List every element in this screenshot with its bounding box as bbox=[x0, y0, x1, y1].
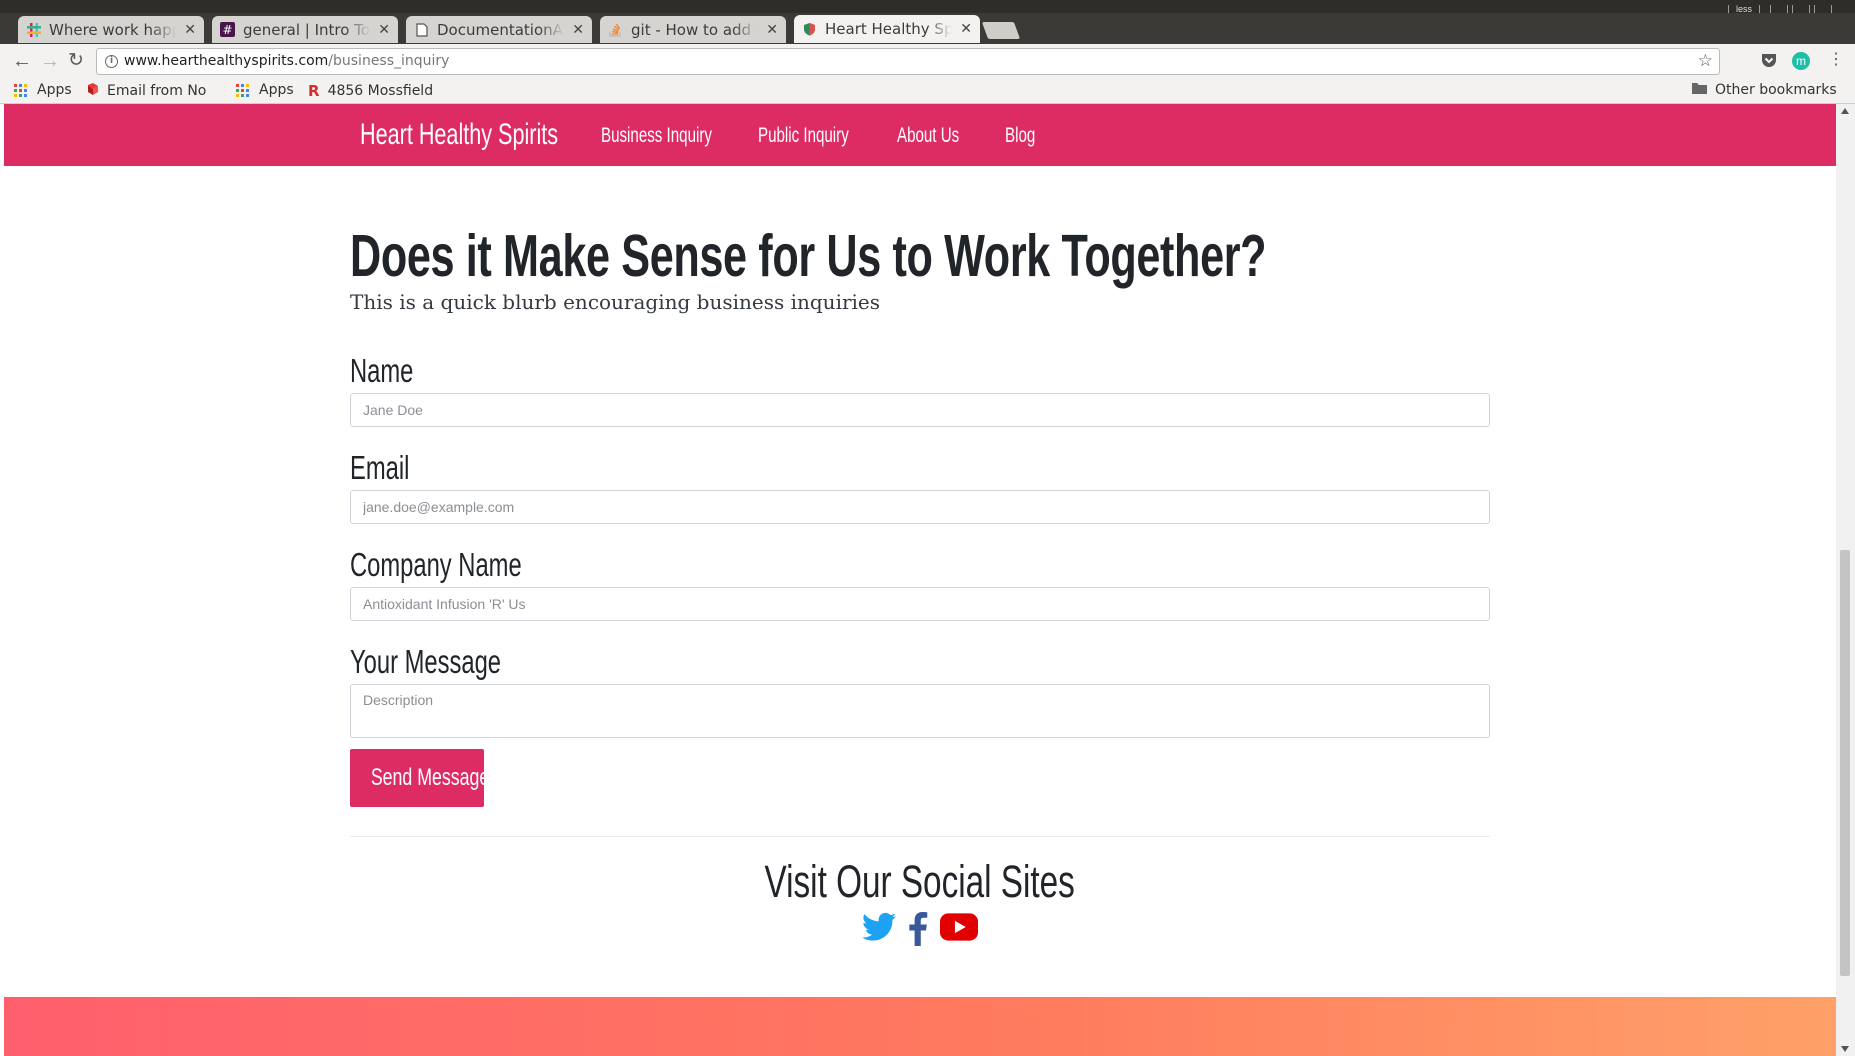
tab-title: general | Intro To Software bbox=[243, 20, 370, 39]
send-message-label: Send Message bbox=[370, 764, 490, 791]
email-bookmark-icon bbox=[86, 82, 99, 100]
pocket-icon[interactable] bbox=[1760, 52, 1778, 74]
site-brand[interactable]: Heart Healthy Spirits bbox=[360, 118, 558, 152]
message-label: Your Message bbox=[350, 643, 502, 680]
other-bookmarks-label: Other bookmarks bbox=[1715, 82, 1837, 98]
close-tab-icon[interactable]: ✕ bbox=[572, 22, 584, 38]
tab-slack[interactable]: Where work happens ✕ bbox=[18, 16, 204, 43]
tab-documentation[interactable]: DocumentationAssignment ✕ bbox=[406, 16, 592, 43]
forward-arrow-icon[interactable]: → bbox=[40, 50, 60, 72]
folder-icon bbox=[1692, 82, 1707, 98]
apps-grid-icon bbox=[236, 83, 249, 97]
bookmark-apps[interactable]: Apps bbox=[14, 82, 72, 98]
new-tab-button[interactable] bbox=[981, 22, 1021, 39]
stackoverflow-icon bbox=[608, 22, 623, 37]
bookmarks-bar: Apps Email from Nov Apps R 4856 Mossfiel… bbox=[0, 79, 1855, 104]
page-scrollbar[interactable] bbox=[1836, 104, 1855, 1056]
tab-heart-healthy-spirits[interactable]: Heart Healthy Spirits ✕ bbox=[794, 15, 980, 43]
tab-title: DocumentationAssignment bbox=[437, 20, 564, 39]
tab-title: Where work happens bbox=[49, 20, 176, 39]
social-title-text: Visit Our Social Sites bbox=[764, 856, 1076, 907]
site-navbar: Heart Healthy Spirits Business Inquiry P… bbox=[4, 104, 1836, 166]
scroll-down-arrow-icon[interactable] bbox=[1841, 1046, 1849, 1052]
tab-slack-general[interactable]: # general | Intro To Software ✕ bbox=[212, 16, 398, 43]
send-message-button[interactable]: Send Message bbox=[350, 749, 489, 807]
apps-grid-icon bbox=[14, 83, 27, 97]
slack-icon bbox=[26, 22, 41, 37]
page-blurb: This is a quick blurb encouraging busine… bbox=[350, 290, 881, 314]
footer-band bbox=[4, 997, 1836, 1056]
window-titlebar: less bbox=[0, 0, 1855, 15]
bookmark-email[interactable]: Email from Nov bbox=[86, 82, 206, 100]
scroll-up-arrow-icon[interactable] bbox=[1841, 108, 1849, 114]
site-favicon bbox=[802, 22, 817, 37]
name-input[interactable] bbox=[350, 393, 1490, 427]
nav-public-inquiry[interactable]: Public Inquiry bbox=[758, 124, 849, 148]
document-icon bbox=[414, 22, 429, 37]
social-section-title: Visit Our Social Sites bbox=[4, 856, 1836, 908]
r-logo-icon: R bbox=[308, 82, 320, 100]
page-title: Does it Make Sense for Us to Work Togeth… bbox=[350, 223, 1267, 289]
section-divider bbox=[350, 836, 1490, 837]
url-path: /business_inquiry bbox=[328, 53, 450, 69]
close-tab-icon[interactable]: ✕ bbox=[960, 21, 972, 37]
close-tab-icon[interactable]: ✕ bbox=[184, 22, 196, 38]
message-textarea[interactable] bbox=[350, 684, 1490, 738]
extension-m-icon[interactable]: m bbox=[1792, 52, 1810, 70]
extension-letter: m bbox=[1796, 54, 1806, 68]
back-arrow-icon[interactable]: ← bbox=[12, 50, 32, 72]
tab-title: git - How to add scripts bbox=[631, 20, 758, 39]
close-tab-icon[interactable]: ✕ bbox=[378, 22, 390, 38]
company-name-input[interactable] bbox=[350, 587, 1490, 621]
tab-title: Heart Healthy Spirits bbox=[825, 20, 953, 38]
address-bar[interactable]: i www.hearthealthyspirits.com/business_i… bbox=[96, 48, 1720, 75]
bookmark-apps-2[interactable]: Apps bbox=[236, 82, 294, 98]
slack-channel-icon: # bbox=[220, 22, 235, 37]
reload-icon[interactable]: ↻ bbox=[68, 50, 84, 72]
nav-about-us[interactable]: About Us bbox=[897, 124, 959, 148]
url-text: www.hearthealthyspirits.com/business_inq… bbox=[124, 49, 449, 74]
info-icon[interactable]: i bbox=[105, 55, 118, 68]
youtube-icon[interactable] bbox=[940, 912, 978, 951]
twitter-icon[interactable] bbox=[862, 912, 896, 951]
url-host: www.hearthealthyspirits.com bbox=[124, 53, 329, 69]
email-label: Email bbox=[350, 449, 410, 486]
social-icons bbox=[4, 912, 1836, 951]
bookmark-label: 4856 Mossfield bbox=[327, 83, 434, 99]
other-bookmarks[interactable]: Other bookmarks bbox=[1692, 82, 1837, 98]
menu-kebab-icon[interactable]: ⋮ bbox=[1828, 52, 1844, 68]
name-label: Name bbox=[350, 352, 414, 389]
bookmark-star-icon[interactable]: ☆ bbox=[1698, 49, 1713, 74]
nav-blog[interactable]: Blog bbox=[1005, 124, 1035, 148]
bookmark-label: Email from Nov bbox=[107, 83, 206, 99]
bookmark-label: Apps bbox=[259, 82, 294, 98]
nav-business-inquiry[interactable]: Business Inquiry bbox=[601, 124, 712, 148]
company-name-label: Company Name bbox=[350, 546, 522, 583]
close-tab-icon[interactable]: ✕ bbox=[766, 22, 778, 38]
scrollbar-thumb[interactable] bbox=[1840, 550, 1850, 976]
email-input[interactable] bbox=[350, 490, 1490, 524]
tab-stackoverflow[interactable]: git - How to add scripts ✕ bbox=[600, 16, 786, 43]
bookmark-label: Apps bbox=[37, 82, 72, 98]
page-viewport: Heart Healthy Spirits Business Inquiry P… bbox=[4, 104, 1836, 1056]
facebook-icon[interactable] bbox=[908, 912, 928, 951]
bookmark-mossfield[interactable]: R 4856 Mossfield bbox=[308, 82, 444, 100]
